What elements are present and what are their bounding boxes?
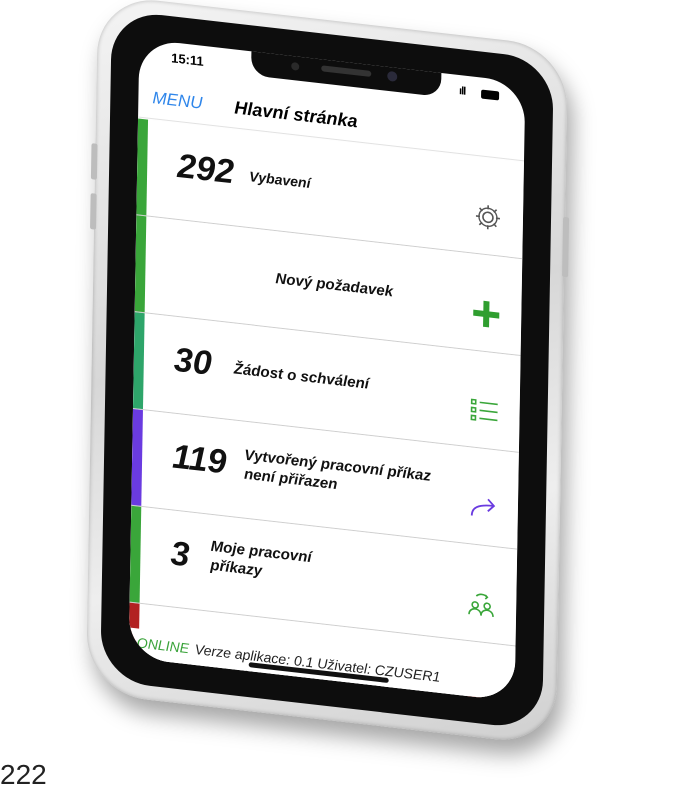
menu-button[interactable]: MENU <box>152 88 202 114</box>
tile-stripe <box>129 505 142 603</box>
page-title: Hlavní stránka <box>234 97 358 132</box>
tile-label: Vytvořený pracovní příkaz není přiřazen <box>243 446 431 494</box>
list-icon <box>469 394 500 427</box>
tile-label: Nový požadavek <box>275 270 394 301</box>
status-indicators: ıll <box>459 84 500 102</box>
phone-mockup: 15:11 ıll MENU Hlavní stránka 292 Vybave… <box>85 0 570 747</box>
tile-count: 119 <box>171 437 227 482</box>
tile-count: 292 <box>176 146 235 192</box>
front-camera-icon <box>387 70 398 82</box>
phone-volume-down-button <box>90 193 97 230</box>
app-screen: 15:11 ıll MENU Hlavní stránka 292 Vybave… <box>128 38 526 702</box>
connection-status: ONLINE <box>136 634 190 657</box>
users-transfer-icon <box>466 588 497 621</box>
battery-icon <box>481 89 500 101</box>
tile-label: Vybavení <box>249 168 311 192</box>
phone-power-button <box>562 216 570 278</box>
notch <box>251 49 442 97</box>
phone-bezel: 15:11 ıll MENU Hlavní stránka 292 Vybave… <box>100 9 554 731</box>
tile-stripe <box>136 118 149 216</box>
tile-stripe <box>132 312 145 410</box>
forward-arrow-icon <box>468 491 499 524</box>
speaker-grille-icon <box>321 65 372 77</box>
tile-label: Moje pracovní příkazy <box>210 537 312 580</box>
phone-volume-up-button <box>90 143 98 180</box>
tile-label: Žádost o schválení <box>233 360 370 393</box>
cropped-background-text: 222 <box>0 759 47 790</box>
tile-count: 3 <box>170 534 190 575</box>
tile-stripe <box>131 408 143 506</box>
plus-icon <box>471 297 502 330</box>
tile-stripe <box>134 215 147 313</box>
dashboard-tiles: 292 Vybavení Nový požadavek 30 Žádost o … <box>128 118 524 702</box>
status-time: 15:11 <box>171 50 204 69</box>
gear-icon <box>473 201 504 234</box>
signal-icon: ıll <box>459 84 466 98</box>
tile-count: 30 <box>173 340 213 383</box>
proximity-sensor-icon <box>291 61 300 71</box>
